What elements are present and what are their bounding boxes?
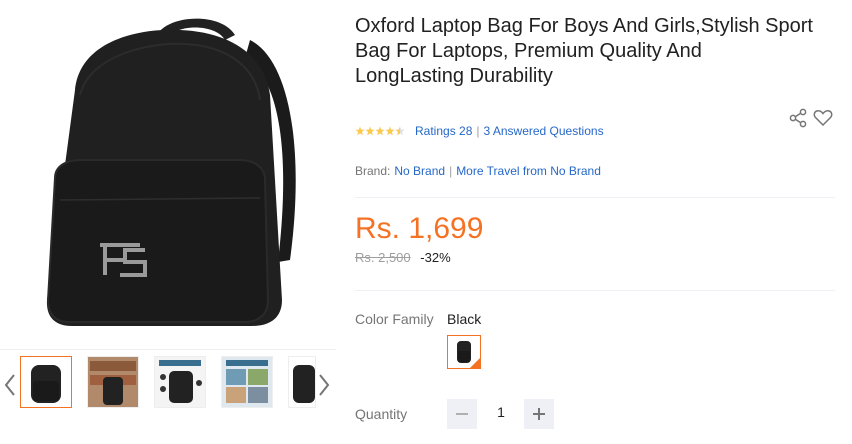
product-gallery (0, 0, 336, 444)
brand-row: Brand: No Brand | More Travel from No Br… (355, 164, 601, 178)
quantity-decrease-button[interactable] (447, 399, 477, 429)
current-price: Rs. 1,699 (355, 212, 484, 245)
separator: | (449, 164, 453, 178)
heart-icon[interactable] (813, 109, 833, 127)
divider (355, 197, 835, 198)
star-icon (385, 126, 395, 136)
share-icon[interactable] (789, 108, 807, 128)
divider (355, 290, 835, 291)
star-icon (355, 126, 365, 136)
brand-label: Brand: (355, 164, 391, 178)
discount-badge: -32% (420, 250, 451, 265)
thumbnail-2[interactable] (87, 356, 139, 408)
original-price-row: Rs. 2,500 -32% (355, 250, 451, 265)
rating-row: Ratings 28 | 3 Answered Questions (355, 124, 604, 138)
thumbnail-1[interactable] (20, 356, 72, 408)
quantity-label: Quantity (355, 406, 408, 422)
star-icon (365, 126, 375, 136)
minus-icon (456, 413, 468, 415)
selected-corner-icon (470, 358, 480, 368)
chevron-left-icon[interactable] (2, 372, 18, 398)
ratings-link[interactable]: Ratings 28 (415, 124, 472, 138)
selected-color: Black (447, 311, 482, 327)
main-product-image[interactable] (20, 0, 316, 342)
chevron-right-icon[interactable] (316, 372, 332, 398)
color-swatch-black[interactable] (447, 335, 481, 369)
separator: | (476, 124, 480, 138)
quantity-value[interactable]: 1 (483, 404, 519, 420)
rating-stars (355, 126, 405, 136)
original-price: Rs. 2,500 (355, 250, 411, 265)
more-from-brand-link[interactable]: More Travel from No Brand (456, 164, 601, 178)
questions-link[interactable]: 3 Answered Questions (484, 124, 604, 138)
color-family-label: Color Family (355, 311, 434, 327)
half-star-icon (395, 126, 405, 136)
brand-link[interactable]: No Brand (394, 164, 445, 178)
thumbnail-3[interactable] (154, 356, 206, 408)
plus-icon (533, 408, 545, 420)
product-title: Oxford Laptop Bag For Boys And Girls,Sty… (355, 15, 813, 87)
quantity-increase-button[interactable] (524, 399, 554, 429)
thumbnail-4[interactable] (221, 356, 273, 408)
thumbnail-strip (0, 349, 336, 420)
star-icon (375, 126, 385, 136)
thumbnail-5[interactable] (288, 356, 316, 408)
